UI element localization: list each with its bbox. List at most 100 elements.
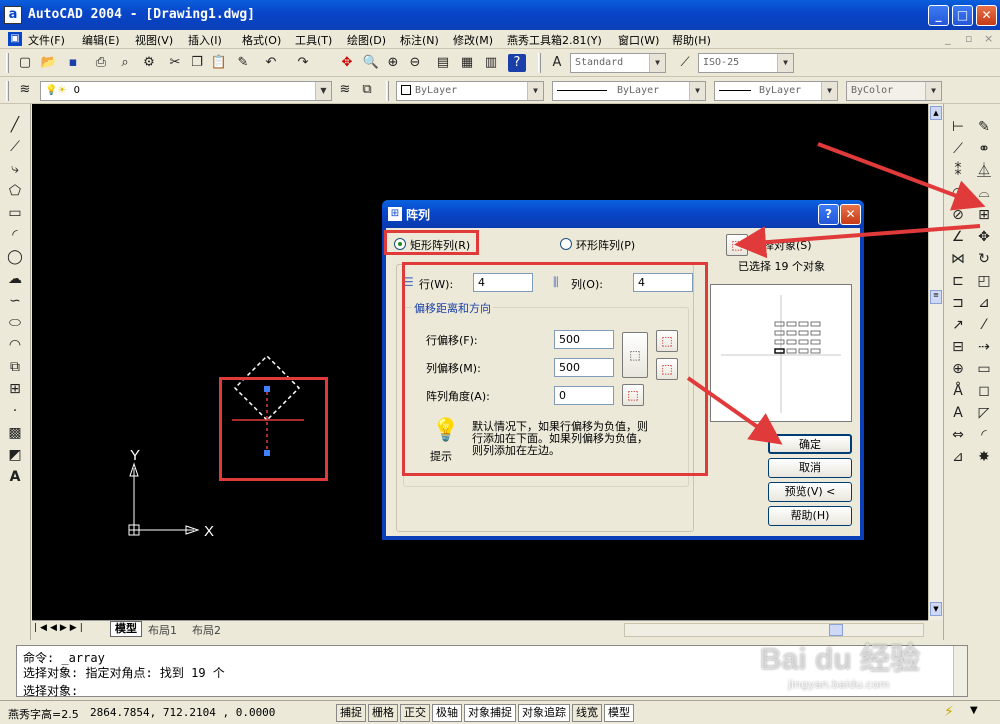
erase-icon[interactable]: ✎ [973,116,995,138]
insert-block-icon[interactable]: ⧉ [4,356,26,378]
text-style-icon[interactable]: A [548,54,566,72]
zoom-realtime-icon[interactable]: 🔍 [362,54,380,72]
menu-draw[interactable]: 绘图(D) [347,32,386,48]
rotate-icon[interactable]: ↻ [973,248,995,270]
close-button[interactable]: ✕ [976,5,997,26]
quick-dim-icon[interactable]: ⋈ [947,248,969,270]
autocad-app-icon[interactable]: a [4,6,22,24]
menu-tools[interactable]: 工具(T) [295,32,332,48]
offset-icon[interactable]: ⌓ [973,182,995,204]
publish-icon[interactable]: ⚙ [140,54,158,72]
help-button[interactable]: 帮助(H) [768,506,852,526]
plot-preview-icon[interactable]: ⌕ [116,54,134,72]
polyline-icon[interactable]: ⤷ [4,158,26,180]
break-icon[interactable]: ▭ [973,358,995,380]
menu-modify[interactable]: 修改(M) [453,32,493,48]
continue-dim-icon[interactable]: ⊐ [947,292,969,314]
dialog-close-button[interactable]: ✕ [840,204,861,225]
polar-array-radio[interactable] [560,238,572,250]
save-icon[interactable]: ▪ [64,54,82,72]
circle-icon[interactable]: ◯ [4,246,26,268]
vertical-scrollbar[interactable]: ▲ ≡ ▼ [928,104,943,620]
layer-dropdown[interactable]: 💡☀ 0 ▼ [40,81,332,101]
extend-icon[interactable]: ⇢ [973,336,995,358]
doc-close-button[interactable]: × [984,32,993,45]
tab-nav-arrows[interactable]: |◀◀▶▶| [34,623,86,633]
rectangle-icon[interactable]: ▭ [4,202,26,224]
doc-restore-button[interactable]: ▫ [965,32,972,45]
chamfer-icon[interactable]: ◸ [973,402,995,424]
join-icon[interactable]: ◻ [973,380,995,402]
help-icon[interactable]: ? [508,54,526,72]
toggle-grid[interactable]: 栅格 [368,704,398,722]
move-icon[interactable]: ✥ [973,226,995,248]
toggle-osnap[interactable]: 对象捕捉 [464,704,516,722]
select-objects-button[interactable]: ⬚ [726,234,748,256]
line-icon[interactable]: ╱ [4,114,26,136]
dim-text-edit-icon[interactable]: A [947,402,969,424]
array-icon[interactable]: ⊞ [973,204,995,226]
fillet-icon[interactable]: ◜ [973,424,995,446]
command-prompt[interactable]: 选择对象: [23,682,78,699]
new-icon[interactable]: ▢ [16,54,34,72]
layer-previous-icon[interactable]: ⧉ [358,81,376,99]
design-center-icon[interactable]: ▦ [458,54,476,72]
trim-icon[interactable]: ⁄ [973,314,995,336]
menu-file[interactable]: 文件(F) [28,32,65,48]
dim-style-icon[interactable]: ⊿ [947,446,969,468]
diameter-dim-icon[interactable]: ⊘ [947,204,969,226]
preview-button[interactable]: 预览(V) < [768,482,852,502]
tab-layout1[interactable]: 布局1 [148,622,177,638]
toggle-snap[interactable]: 捕捉 [336,704,366,722]
linear-dim-icon[interactable]: ⊢ [947,116,969,138]
print-icon[interactable]: ⎙ [92,54,110,72]
properties-icon[interactable]: ▤ [434,54,452,72]
aligned-dim-icon[interactable]: ⟋ [947,138,969,160]
document-icon[interactable]: ▣ [8,32,22,46]
mirror-icon[interactable]: ⏅ [973,160,995,182]
menu-dimension[interactable]: 标注(N) [400,32,439,48]
status-menu-arrow-icon[interactable]: ▼ [970,705,978,716]
redo-icon[interactable]: ↷ [294,54,312,72]
menu-help[interactable]: 帮助(H) [672,32,711,48]
menu-view[interactable]: 视图(V) [135,32,173,48]
dim-style-dropdown[interactable]: ISO-25 ▼ [698,53,794,73]
lineweight-dropdown[interactable]: ByLayer ▼ [714,81,838,101]
ellipse-icon[interactable]: ⬭ [4,312,26,334]
ellipse-arc-icon[interactable]: ◠ [4,334,26,356]
explode-icon[interactable]: ✸ [973,446,995,468]
minimize-button[interactable]: _ [928,5,949,26]
leader-icon[interactable]: ↗ [947,314,969,336]
point-icon[interactable]: · [4,400,26,422]
cut-icon[interactable]: ✂ [166,54,184,72]
menu-edit[interactable]: 编辑(E) [82,32,120,48]
dim-edit-icon[interactable]: Å [947,380,969,402]
match-properties-icon[interactable]: ✎ [234,54,252,72]
cancel-button[interactable]: 取消 [768,458,852,478]
toggle-polar[interactable]: 极轴 [432,704,462,722]
tool-palettes-icon[interactable]: ▥ [482,54,500,72]
radius-dim-icon[interactable]: ◔ [947,182,969,204]
layer-manager-icon[interactable]: ≋ [16,81,34,99]
menu-format[interactable]: 格式(O) [242,32,281,48]
tab-model[interactable]: 模型 [110,621,142,637]
make-block-icon[interactable]: ⊞ [4,378,26,400]
tolerance-icon[interactable]: ⊟ [947,336,969,358]
comm-center-icon[interactable]: ⚡ [944,704,954,720]
doc-minimize-button[interactable]: _ [945,32,951,45]
text-style-dropdown[interactable]: Standard ▼ [570,53,666,73]
revision-cloud-icon[interactable]: ☁ [4,268,26,290]
menu-window[interactable]: 窗口(W) [618,32,659,48]
plotstyle-dropdown[interactable]: ByColor ▼ [846,81,942,101]
zoom-previous-icon[interactable]: ⊖ [406,54,424,72]
polygon-icon[interactable]: ⬠ [4,180,26,202]
ordinate-dim-icon[interactable]: ⁑ [947,160,969,182]
arc-icon[interactable]: ◜ [4,224,26,246]
hatch-icon[interactable]: ▩ [4,422,26,444]
scale-icon[interactable]: ◰ [973,270,995,292]
toggle-otrack[interactable]: 对象追踪 [518,704,570,722]
linetype-dropdown[interactable]: ByLayer ▼ [552,81,706,101]
construction-line-icon[interactable]: ⟋ [4,136,26,158]
stretch-icon[interactable]: ⊿ [973,292,995,314]
region-icon[interactable]: ◩ [4,444,26,466]
